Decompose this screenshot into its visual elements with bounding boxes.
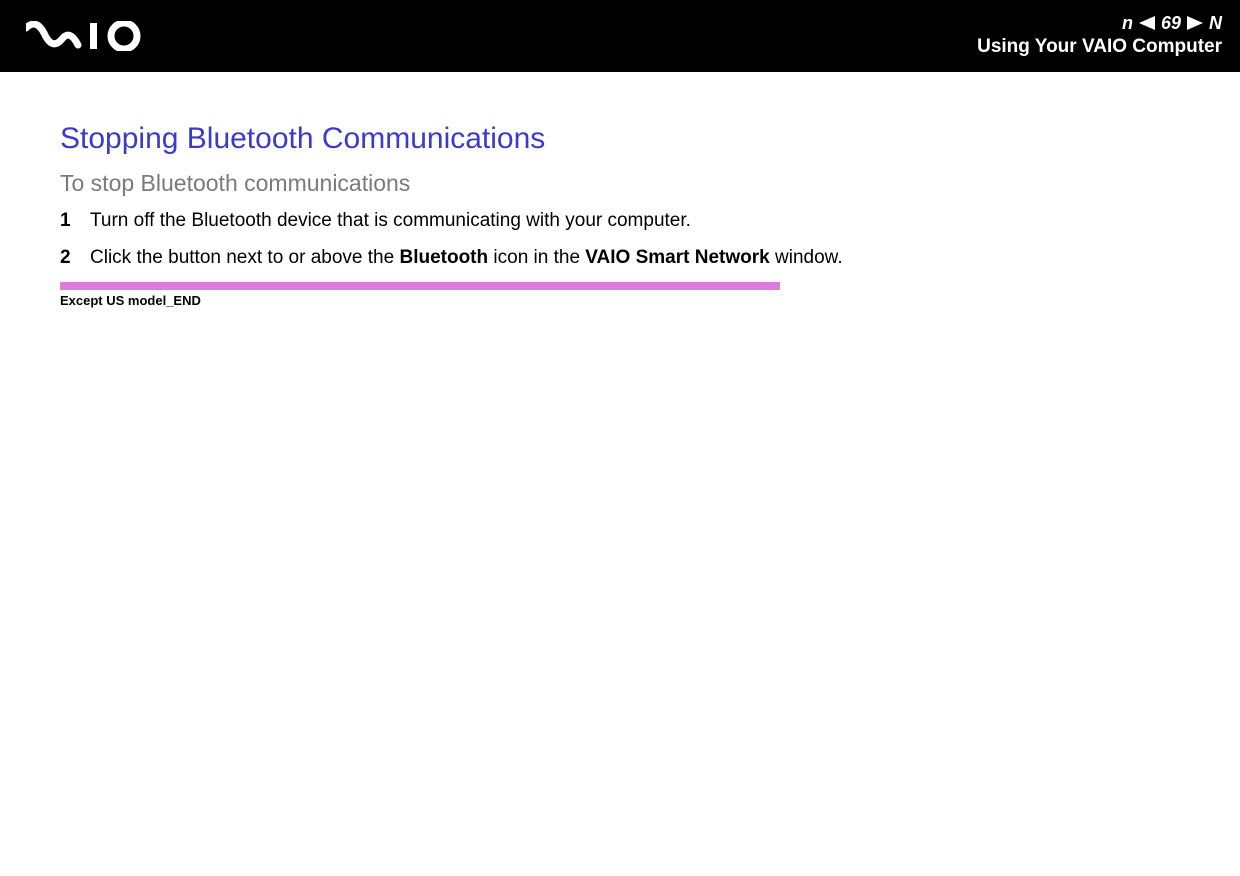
section-label: Using Your VAIO Computer — [977, 36, 1222, 58]
steps-list: 1 Turn off the Bluetooth device that is … — [60, 209, 1180, 270]
arrow-left-icon[interactable] — [1139, 16, 1155, 30]
step-item: 2 Click the button next to or above the … — [60, 246, 1180, 271]
vaio-logo — [26, 21, 156, 51]
step-number: 1 — [60, 209, 90, 234]
page-title: Stopping Bluetooth Communications — [60, 122, 1180, 156]
arrow-right-icon[interactable] — [1187, 16, 1203, 30]
step-item: 1 Turn off the Bluetooth device that is … — [60, 209, 1180, 234]
step-number: 2 — [60, 246, 90, 271]
step-text: Click the button next to or above the Bl… — [90, 246, 843, 271]
n-suffix-text: N — [1209, 14, 1222, 32]
n-prefix-text: n — [1122, 14, 1133, 32]
header-right: n 69 N Using Your VAIO Computer — [977, 14, 1222, 58]
model-marker: Except US model_END — [60, 293, 1180, 308]
step-text: Turn off the Bluetooth device that is co… — [90, 209, 691, 234]
separator-bar — [60, 282, 780, 290]
page-number: 69 — [1161, 14, 1181, 32]
header-bar: n 69 N Using Your VAIO Computer — [0, 0, 1240, 72]
page-content: Stopping Bluetooth Communications To sto… — [0, 72, 1240, 308]
page-subtitle: To stop Bluetooth communications — [60, 170, 1180, 197]
page-nav: n 69 N — [1122, 14, 1222, 32]
